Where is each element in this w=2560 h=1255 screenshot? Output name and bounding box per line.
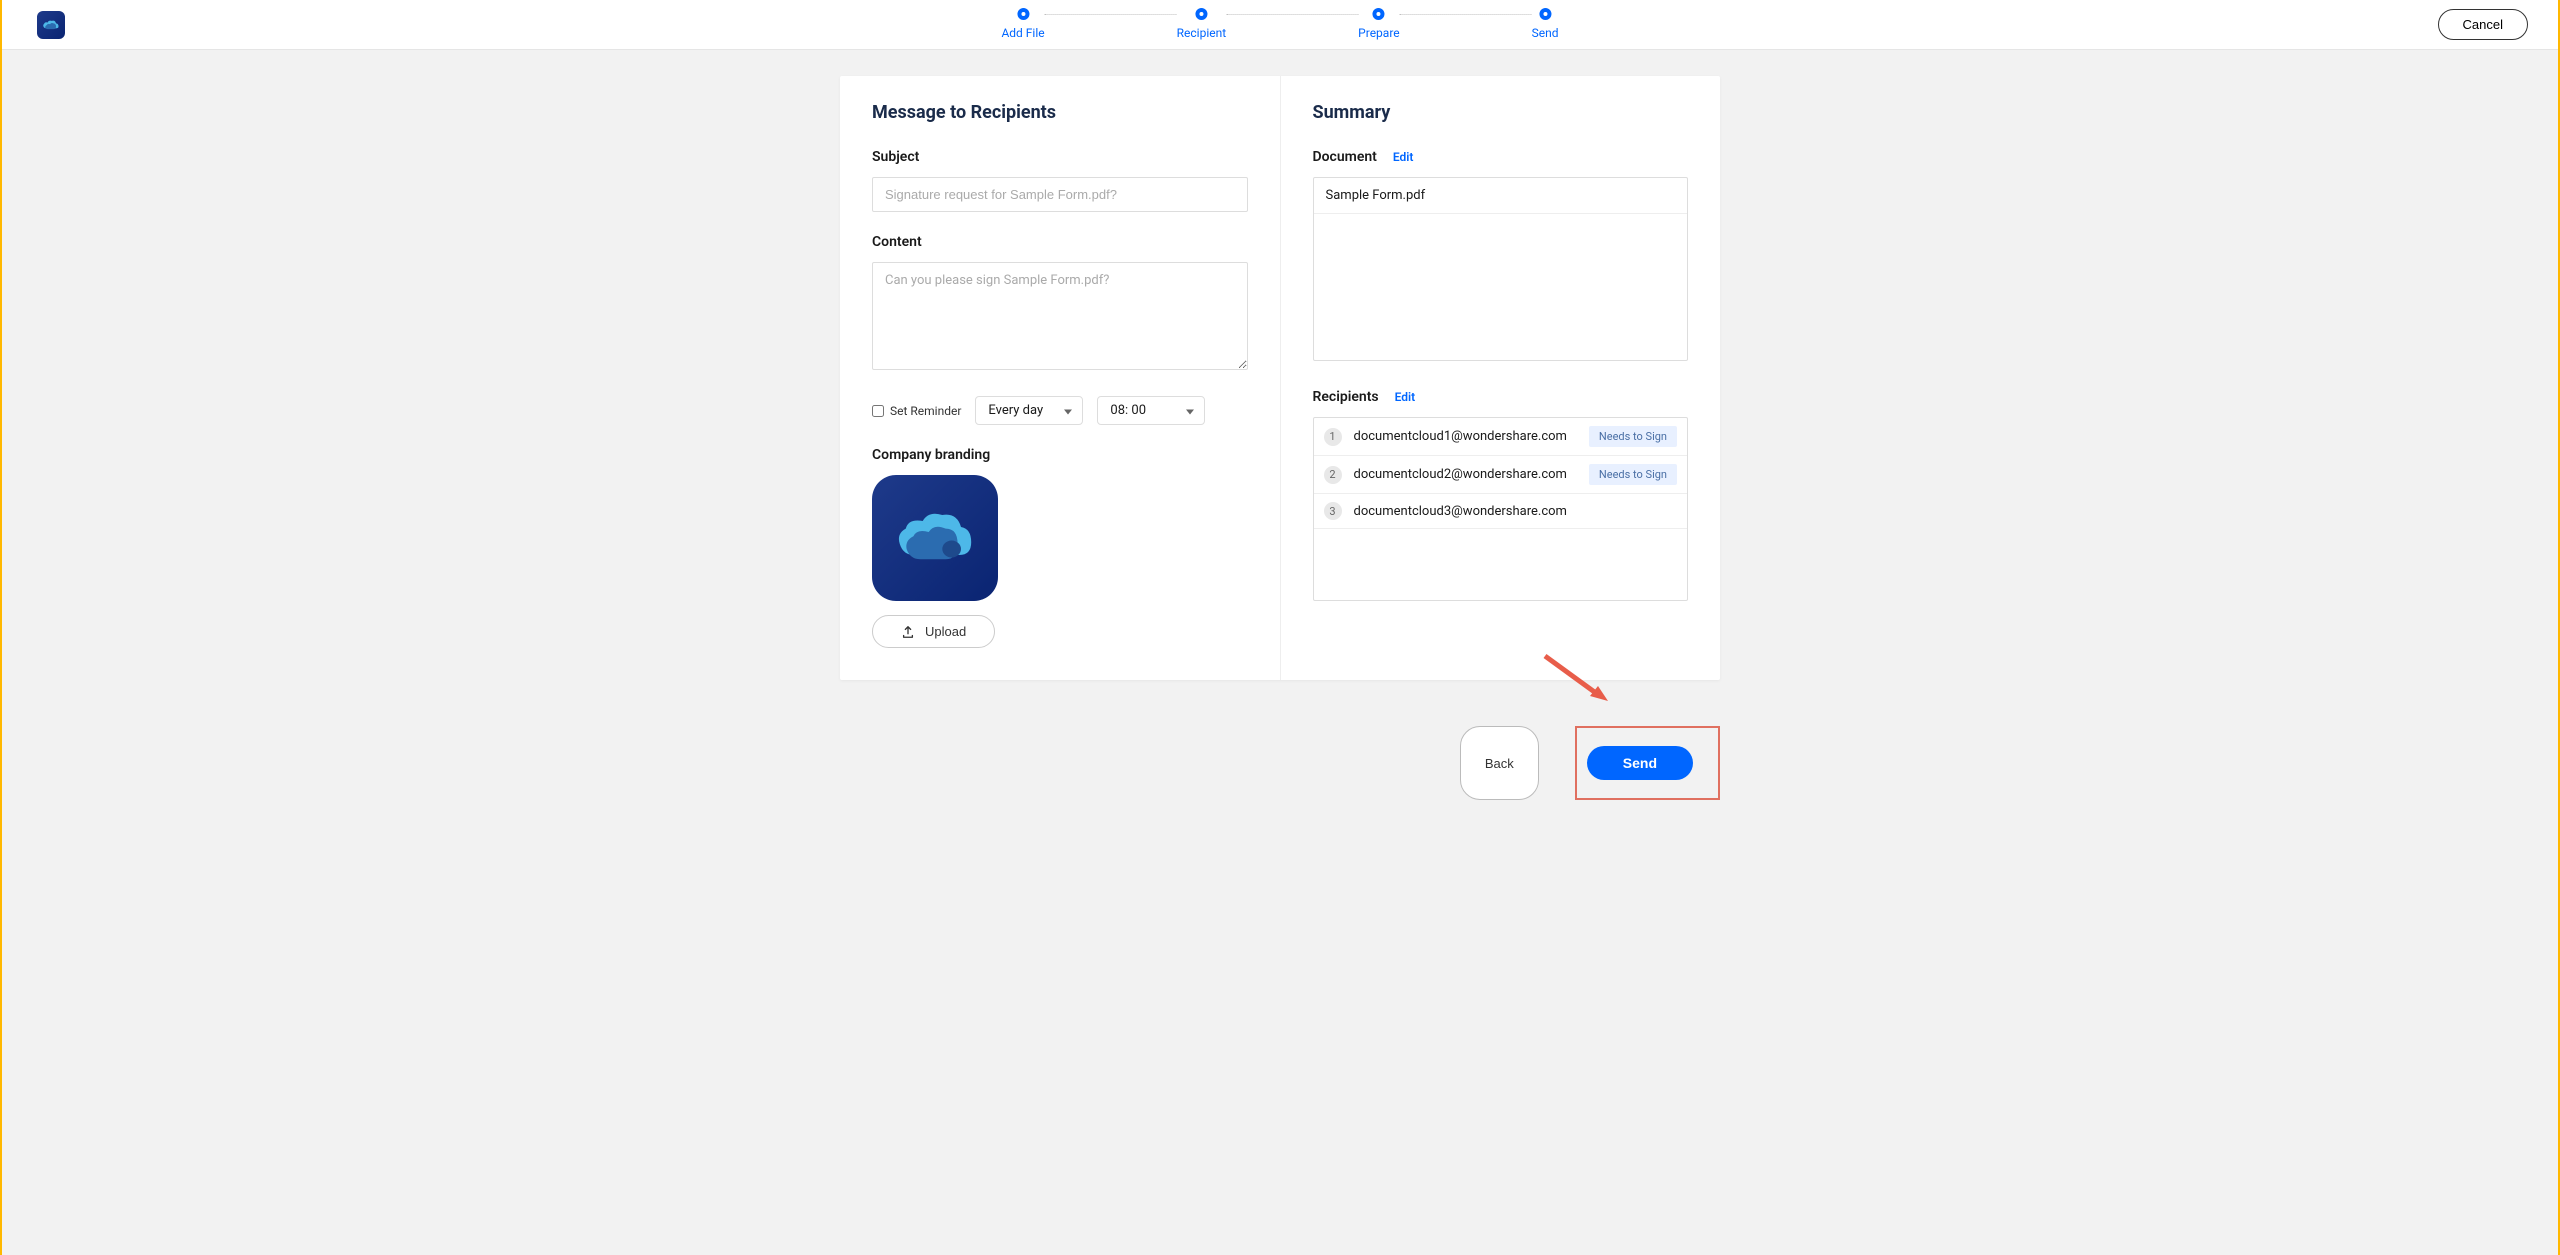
step-recipient[interactable]: Recipient	[1177, 8, 1227, 40]
upload-button-label: Upload	[925, 624, 966, 639]
footer-actions: Back Send	[840, 706, 1720, 830]
recipient-email: documentcloud1@wondershare.com	[1354, 429, 1577, 444]
step-label: Recipient	[1177, 26, 1227, 40]
recipient-item: 1 documentcloud1@wondershare.com Needs t…	[1314, 418, 1688, 456]
summary-title: Summary	[1313, 102, 1689, 123]
back-button[interactable]: Back	[1460, 726, 1539, 800]
edit-recipients-link[interactable]: Edit	[1395, 390, 1416, 404]
document-label: Document	[1313, 149, 1377, 165]
reminder-checkbox[interactable]	[872, 405, 884, 417]
recipient-number: 3	[1324, 502, 1342, 520]
step-connector	[1400, 14, 1532, 15]
recipients-list: 1 documentcloud1@wondershare.com Needs t…	[1313, 417, 1689, 601]
cancel-button[interactable]: Cancel	[2438, 9, 2528, 40]
reminder-checkbox-wrap[interactable]: Set Reminder	[872, 404, 961, 418]
recipient-item: 2 documentcloud2@wondershare.com Needs t…	[1314, 456, 1688, 494]
content-card: Message to Recipients Subject Content Se…	[840, 76, 1720, 680]
recipient-item: 3 documentcloud3@wondershare.com	[1314, 494, 1688, 529]
step-connector	[1226, 14, 1358, 15]
header-bar: Add File Recipient Prepare Send Cancel	[2, 0, 2558, 50]
step-label: Send	[1532, 26, 1559, 40]
reminder-label: Set Reminder	[890, 404, 961, 418]
step-add-file[interactable]: Add File	[1001, 8, 1044, 40]
branding-logo-preview	[872, 475, 998, 601]
step-label: Add File	[1001, 26, 1044, 40]
document-list: Sample Form.pdf	[1313, 177, 1689, 361]
recipients-label: Recipients	[1313, 389, 1379, 405]
recipient-status-badge: Needs to Sign	[1589, 464, 1677, 485]
recipient-email: documentcloud3@wondershare.com	[1354, 504, 1678, 519]
step-send[interactable]: Send	[1532, 8, 1559, 40]
recipient-status-badge: Needs to Sign	[1589, 426, 1677, 447]
subject-label: Subject	[872, 149, 1248, 165]
step-prepare[interactable]: Prepare	[1358, 8, 1399, 40]
step-label: Prepare	[1358, 26, 1399, 40]
recipient-number: 2	[1324, 466, 1342, 484]
send-highlight-box: Send	[1575, 726, 1720, 800]
branding-label: Company branding	[872, 447, 1248, 463]
send-button[interactable]: Send	[1587, 746, 1693, 780]
message-title: Message to Recipients	[872, 102, 1248, 123]
document-item: Sample Form.pdf	[1314, 178, 1688, 214]
summary-panel: Summary Document Edit Sample Form.pdf Re…	[1281, 76, 1721, 680]
app-logo	[37, 11, 65, 39]
edit-document-link[interactable]: Edit	[1393, 150, 1414, 164]
content-label: Content	[872, 234, 1248, 250]
recipient-number: 1	[1324, 428, 1342, 446]
progress-stepper: Add File Recipient Prepare Send	[1001, 8, 1558, 40]
reminder-time-select[interactable]: 08: 00	[1097, 396, 1205, 425]
content-textarea[interactable]	[872, 262, 1248, 370]
subject-input[interactable]	[872, 177, 1248, 212]
step-connector	[1045, 14, 1177, 15]
reminder-frequency-select[interactable]: Every day	[975, 396, 1083, 425]
message-panel: Message to Recipients Subject Content Se…	[840, 76, 1281, 680]
upload-button[interactable]: Upload	[872, 615, 995, 648]
upload-icon	[901, 625, 915, 639]
recipient-email: documentcloud2@wondershare.com	[1354, 467, 1577, 482]
